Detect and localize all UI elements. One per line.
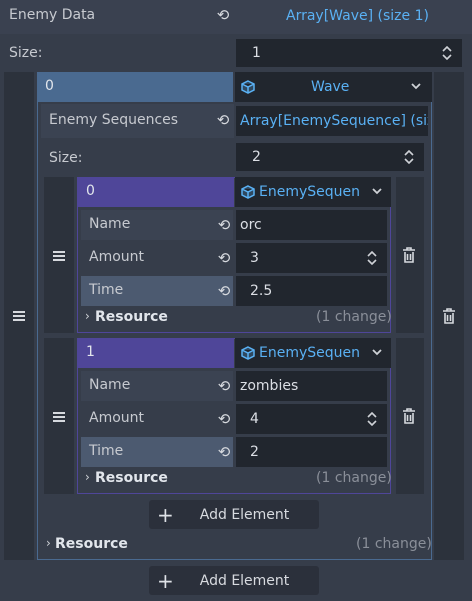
cube-icon [241,80,255,94]
chevron-right-icon[interactable]: › [46,536,51,550]
add-element-button[interactable]: + Add Element [149,500,319,529]
item-0-name-field[interactable]: orc [236,210,387,240]
item-0-resource-changes: (1 change) [316,309,392,325]
spin-arrows-icon[interactable] [367,251,377,265]
cube-icon [241,185,255,199]
enemy-data-label: Enemy Data [9,7,96,23]
size-value: 1 [252,45,261,61]
sequences-size-spinbox[interactable]: 2 [236,143,424,171]
drag-handle-icon[interactable] [53,412,65,422]
plus-icon: + [157,568,174,593]
revert-icon[interactable]: ⟲ [215,284,233,299]
item-0-time-label: Time [89,282,124,298]
item-1-amount-label: Amount [89,410,145,426]
item-1-index: 1 [86,344,95,360]
enemy-sequences-array-button[interactable]: Array[EnemySequence] (siz [236,106,428,136]
spin-arrows-icon[interactable] [442,46,452,60]
item-0-time-value: 2.5 [250,283,273,299]
revert-icon[interactable]: ⟲ [215,412,233,427]
chevron-down-icon[interactable] [372,188,382,195]
cube-icon [241,346,255,360]
item-1-time-label: Time [89,443,124,459]
enemy-sequences-label: Enemy Sequences [49,112,179,128]
item-0-amount-label: Amount [89,249,145,265]
item-0-time-field[interactable]: 2.5 [236,276,387,306]
spin-arrows-icon[interactable] [367,412,377,426]
revert-icon[interactable]: ⟲ [214,113,232,128]
chevron-down-icon[interactable] [372,349,382,356]
item-1-name-field[interactable]: zombies [236,371,387,401]
item-1-resource-label: Resource [95,470,168,486]
revert-icon[interactable]: ⟲ [214,8,232,23]
trash-icon[interactable] [442,308,456,324]
chevron-right-icon[interactable]: › [85,309,90,323]
trash-icon[interactable] [402,408,416,424]
item-1-amount-value: 4 [250,411,259,427]
chevron-right-icon[interactable]: › [85,470,90,484]
wave-resource-changes: (1 change) [356,536,432,552]
item-1-name-value: zombies [240,378,299,394]
item-0-header[interactable] [77,177,234,207]
item-1-time-value: 2 [250,444,259,460]
item-0-name-value: orc [240,217,262,233]
trash-icon[interactable] [402,247,416,263]
item-0-type-label: EnemySequen [259,184,361,200]
revert-icon[interactable]: ⟲ [215,251,233,266]
drag-handle-icon[interactable] [53,251,65,261]
sequences-size-label: Size: [49,150,83,166]
wave-resource-label: Resource [55,536,128,552]
add-element-label: Add Element [199,572,290,589]
item-0-index: 0 [86,183,95,199]
item-0-name-label: Name [89,216,131,232]
enemy-sequences-value: Array[EnemySequence] (siz [240,113,428,129]
wave-header[interactable] [37,72,233,102]
revert-icon[interactable]: ⟲ [215,445,233,460]
item-1-amount-spinbox[interactable]: 4 [236,404,387,434]
item-0-amount-value: 3 [250,250,259,266]
item-1-resource-changes: (1 change) [316,470,392,486]
wave-index: 0 [45,78,54,94]
item-1-header[interactable] [77,338,234,368]
chevron-down-icon[interactable] [411,83,421,90]
size-label: Size: [9,45,43,61]
spin-arrows-icon[interactable] [404,150,414,164]
item-1-name-label: Name [89,377,131,393]
item-0-resource-label: Resource [95,309,168,325]
item-0-amount-spinbox[interactable]: 3 [236,243,387,273]
revert-icon[interactable]: ⟲ [215,218,233,233]
enemy-data-array-button[interactable]: Array[Wave] (size 1) [286,8,429,24]
wave-type-label: Wave [311,79,350,95]
drag-handle-icon[interactable] [13,311,25,321]
size-spinbox[interactable]: 1 [236,39,462,67]
item-1-time-field[interactable]: 2 [236,437,387,467]
add-element-button[interactable]: + Add Element [149,566,319,595]
add-element-label: Add Element [199,506,290,523]
plus-icon: + [157,502,174,527]
sequences-size-value: 2 [252,149,261,165]
item-1-type-label: EnemySequen [259,345,361,361]
revert-icon[interactable]: ⟲ [215,379,233,394]
